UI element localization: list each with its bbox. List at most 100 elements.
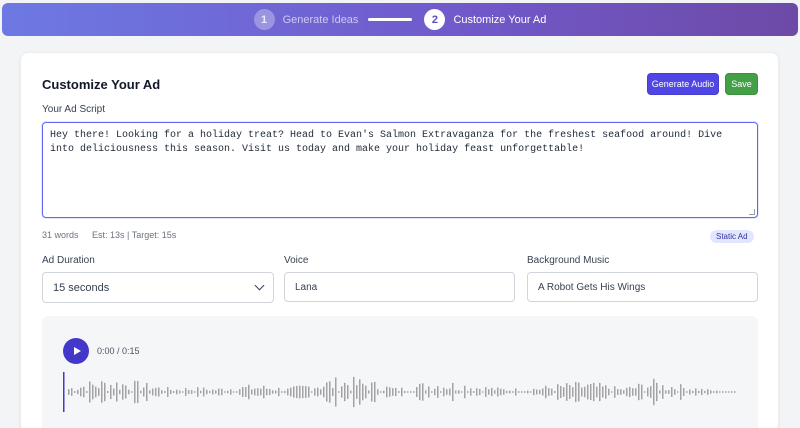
waveform-bar	[449, 388, 451, 396]
waveform-bar	[113, 388, 115, 396]
waveform-bar	[731, 391, 733, 393]
waveform-bar	[686, 391, 688, 393]
waveform-bar	[464, 385, 466, 399]
waveform-bar	[689, 389, 691, 395]
waveform-bar	[194, 391, 196, 393]
waveform-bar	[329, 381, 331, 403]
waveform-bar	[536, 389, 538, 395]
waveform-bar	[410, 391, 412, 393]
waveform-bar	[575, 381, 577, 403]
waveform-bar	[290, 387, 292, 397]
waveform-bar	[173, 391, 175, 393]
waveform-bar	[614, 386, 616, 398]
waveform-bar	[362, 383, 364, 401]
waveform-bar	[119, 389, 121, 395]
waveform-bar	[416, 387, 418, 397]
waveform-bar	[446, 389, 448, 395]
waveform-bar	[572, 387, 574, 397]
ad-duration-select[interactable]: 15 seconds	[42, 272, 274, 303]
waveform-bar	[605, 385, 607, 399]
waveform-bar	[512, 391, 514, 393]
waveform-bar	[461, 391, 463, 393]
resize-grip-icon[interactable]	[749, 209, 755, 215]
waveform-bar	[338, 391, 340, 393]
audio-waveform[interactable]	[62, 372, 738, 412]
waveform-bar	[473, 391, 475, 393]
save-button[interactable]: Save	[725, 73, 758, 95]
waveform-bar	[707, 389, 709, 395]
waveform-bar	[149, 390, 151, 394]
waveform-bar	[293, 386, 295, 398]
step-number: 1	[253, 9, 275, 30]
waveform-bar	[521, 391, 523, 393]
waveform-bar	[626, 387, 628, 397]
waveform-bar	[275, 390, 277, 394]
waveform-bar	[425, 390, 427, 394]
waveform-bar	[230, 389, 232, 395]
waveform-bar	[458, 390, 460, 394]
waveform-bar	[266, 388, 268, 396]
voice-input[interactable]: Lana	[284, 272, 515, 302]
waveform-bar	[599, 382, 601, 402]
waveform-bar	[164, 391, 166, 393]
waveform-bar	[515, 388, 517, 396]
music-label: Background Music	[527, 255, 610, 266]
waveform-bar	[212, 389, 214, 395]
waveform-bar	[368, 390, 370, 394]
waveform-bar	[197, 387, 199, 397]
waveform-bar	[278, 387, 280, 397]
waveform-bar	[482, 391, 484, 393]
waveform-bar	[713, 391, 715, 393]
waveform-bar	[392, 388, 394, 396]
play-button[interactable]	[63, 338, 89, 364]
waveform-bar	[170, 389, 172, 395]
waveform-bar	[479, 388, 481, 396]
waveform-bar	[578, 382, 580, 402]
word-count: 31 words	[42, 230, 79, 240]
waveform-bar	[653, 378, 655, 406]
ad-script-textarea[interactable]: Hey there! Looking for a holiday treat? …	[42, 122, 758, 218]
step-customize-ad[interactable]: 2 Customize Your Ad	[424, 9, 546, 30]
generate-audio-button[interactable]: Generate Audio	[647, 73, 719, 95]
waveform-bar	[233, 391, 235, 393]
waveform-bar	[155, 387, 157, 397]
waveform-bar	[335, 377, 337, 407]
waveform-bar	[581, 387, 583, 397]
waveform-bar	[569, 385, 571, 399]
waveform-bar	[701, 388, 703, 396]
waveform-bar	[251, 389, 253, 395]
waveform-bar	[281, 391, 283, 393]
waveform-bar	[503, 389, 505, 395]
waveform-bar	[668, 390, 670, 394]
waveform-bar	[665, 390, 667, 394]
waveform-bar	[641, 384, 643, 400]
step-generate-ideas[interactable]: 1 Generate Ideas	[253, 9, 358, 30]
customize-ad-card: Customize Your Ad Generate Audio Save Yo…	[20, 52, 779, 428]
waveform-bar	[647, 387, 649, 397]
waveform-bar	[476, 388, 478, 396]
waveform-bar	[86, 391, 88, 393]
waveform-bar	[497, 387, 499, 397]
stepper-header: 1 Generate Ideas 2 Customize Your Ad	[2, 3, 798, 36]
page-title: Customize Your Ad	[42, 77, 161, 92]
waveform-bar	[560, 385, 562, 399]
waveform-bar	[596, 386, 598, 398]
audio-player: 0:00 / 0:15	[42, 316, 758, 428]
waveform-bar	[218, 388, 220, 396]
background-music-input[interactable]: A Robot Gets His Wings	[527, 272, 758, 302]
waveform-bar	[128, 389, 130, 395]
waveform-bar	[428, 386, 430, 398]
waveform-bar	[590, 383, 592, 401]
waveform-bar	[716, 390, 718, 394]
waveform-bar	[488, 389, 490, 395]
waveform-bar	[698, 390, 700, 394]
waveform-bar	[440, 391, 442, 393]
step-connector	[368, 18, 413, 21]
waveform-bar	[725, 391, 727, 393]
waveform-bar	[722, 391, 724, 393]
waveform-bar	[431, 391, 433, 393]
waveform-bar	[284, 390, 286, 394]
waveform-bar	[116, 382, 118, 402]
waveform-bar	[545, 385, 547, 399]
waveform-bar	[629, 386, 631, 398]
